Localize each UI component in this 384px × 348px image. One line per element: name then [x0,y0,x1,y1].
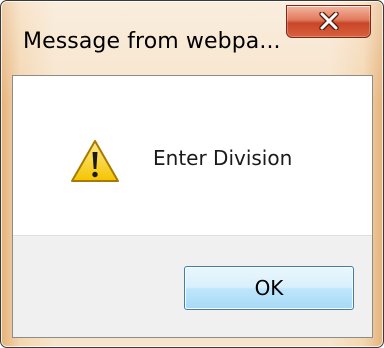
alert-dialog: Message from webpa... Enter Division OK [0,0,384,348]
dialog-body: Enter Division OK [12,75,373,338]
close-button[interactable] [286,5,371,38]
button-area: OK [13,235,372,337]
message-text: Enter Division [153,146,293,170]
title-bar[interactable]: Message from webpa... [1,1,383,61]
ok-button[interactable]: OK [184,266,354,310]
message-area: Enter Division [13,76,372,235]
dialog-title: Message from webpa... [23,29,281,54]
warning-icon [71,140,119,182]
close-icon [319,12,339,30]
